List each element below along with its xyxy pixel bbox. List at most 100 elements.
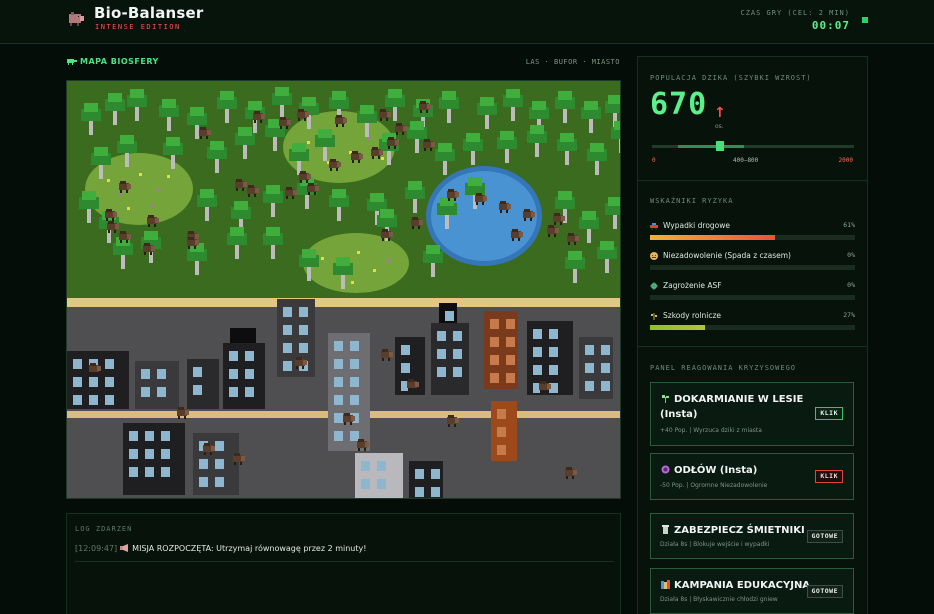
building-window	[89, 377, 98, 387]
action-secure-bins[interactable]: ZABEZPIECZ ŚMIETNIKI Działa 8s | Blokuje…	[650, 513, 854, 559]
app-title: Bio-Balanser	[94, 4, 204, 22]
tree-crown	[410, 121, 424, 130]
status-indicator	[862, 17, 868, 23]
flower	[157, 189, 160, 192]
building-window	[585, 363, 594, 373]
boar-head	[351, 416, 355, 421]
building-window	[431, 469, 440, 479]
flower	[167, 175, 170, 178]
boar-mane	[448, 189, 454, 192]
risk-label: Wypadki drogowe	[663, 221, 731, 230]
building-window	[549, 329, 558, 339]
tree-crown	[162, 99, 176, 108]
map-zones-legend: LAS · BUFOR · MIASTO	[525, 58, 620, 66]
capture-click-button[interactable]: KLIK	[815, 470, 843, 483]
boar-mane	[188, 231, 194, 234]
log-timestamp: [12:09:47]	[75, 544, 118, 553]
tree-trunk	[205, 207, 209, 221]
boar-head	[573, 470, 577, 475]
boar-mane	[254, 111, 260, 114]
boar-mane	[108, 221, 114, 224]
building-window	[157, 369, 166, 379]
tree-crown	[568, 251, 582, 260]
tree-trunk	[511, 107, 515, 121]
tree-crown	[532, 101, 546, 110]
boar-leg	[144, 252, 146, 255]
action-name-line: DOKARMIANIE W LESIE	[674, 394, 804, 405]
secure-bins-ready-button[interactable]: GOTOWE	[806, 530, 843, 543]
building-window	[549, 347, 558, 357]
boar-leg	[242, 188, 244, 191]
boar-mane	[568, 233, 574, 236]
building-window	[533, 365, 542, 375]
boar-head	[359, 154, 363, 159]
sprout-icon	[662, 395, 669, 403]
tree-trunk	[337, 207, 341, 221]
action-education-campaign[interactable]: KAMPANIA EDUKACYJNA Działa 8s | Błyskawi…	[650, 568, 854, 614]
biosphere-map[interactable]	[66, 80, 621, 499]
building-window	[229, 387, 238, 397]
building-window	[129, 467, 138, 477]
tree-crown	[220, 91, 234, 100]
game-time-label: CZAS GRY (CEL: 2 MIN)	[740, 9, 850, 17]
tree-trunk	[595, 161, 599, 175]
building-window	[437, 349, 446, 359]
boar-leg	[560, 222, 562, 225]
tree-trunk	[415, 139, 419, 153]
boar-mane	[396, 123, 402, 126]
building-window	[415, 469, 424, 479]
biosphere-map-canvas[interactable]	[67, 81, 620, 498]
log-entry: [12:09:47] MISJA ROZPOCZĘTA: Utrzymaj rów…	[75, 544, 614, 562]
boar-leg	[302, 366, 304, 369]
building-window	[361, 461, 370, 471]
flower	[127, 207, 130, 210]
tree-crown	[468, 177, 482, 186]
boar-leg	[372, 156, 374, 159]
tree-trunk	[393, 107, 397, 121]
tree-crown	[200, 189, 214, 198]
action-capture[interactable]: ODŁÓW (Insta) -50 Pop. | Ogromne Niezado…	[650, 453, 854, 500]
flower	[357, 251, 360, 254]
building-window	[145, 449, 154, 459]
boar-leg	[500, 210, 502, 213]
action-description: Działa 8s | Blokuje wejście i wypadki	[660, 541, 770, 548]
boar-leg	[330, 168, 332, 171]
building-window	[193, 385, 202, 395]
boar-leg	[554, 234, 556, 237]
boar-leg	[408, 388, 410, 391]
education-ready-button[interactable]: GOTOWE	[806, 585, 843, 598]
flower	[307, 141, 310, 144]
tree-trunk	[573, 269, 577, 283]
boar-leg	[418, 226, 420, 229]
risk-asf: Zagrożenie ASF 0%	[650, 281, 855, 305]
boar-leg	[308, 192, 310, 195]
boar-leg	[298, 118, 300, 121]
building	[135, 361, 179, 409]
buffer-road	[67, 298, 620, 307]
action-name: ZABEZPIECZ ŚMIETNIKI	[674, 525, 805, 536]
boar-head	[389, 352, 393, 357]
boar-leg	[188, 246, 190, 249]
action-feeding-forest[interactable]: DOKARMIANIE W LESIE (Insta) +40 Pop. | Wy…	[650, 382, 854, 446]
building	[431, 323, 469, 395]
boar-leg	[350, 422, 352, 425]
tree-crown	[318, 129, 332, 138]
boar-leg	[382, 238, 384, 241]
feeding-click-button[interactable]: KLIK	[815, 407, 843, 420]
tree-crown	[558, 91, 572, 100]
risk-crop-damage: Szkody rolnicze 27%	[650, 311, 855, 335]
boar-leg	[236, 188, 238, 191]
building-window	[145, 431, 154, 441]
building-window	[199, 459, 208, 469]
tree-crown	[332, 91, 346, 100]
building-window	[73, 395, 82, 405]
building-window	[549, 365, 558, 375]
boar-mane	[380, 109, 386, 112]
boar-mane	[188, 237, 194, 240]
tree-crown	[360, 105, 374, 114]
tree-trunk	[113, 111, 117, 125]
flower	[387, 259, 390, 262]
building-window	[506, 337, 515, 347]
tree-trunk	[305, 195, 309, 209]
boar-leg	[518, 238, 520, 241]
